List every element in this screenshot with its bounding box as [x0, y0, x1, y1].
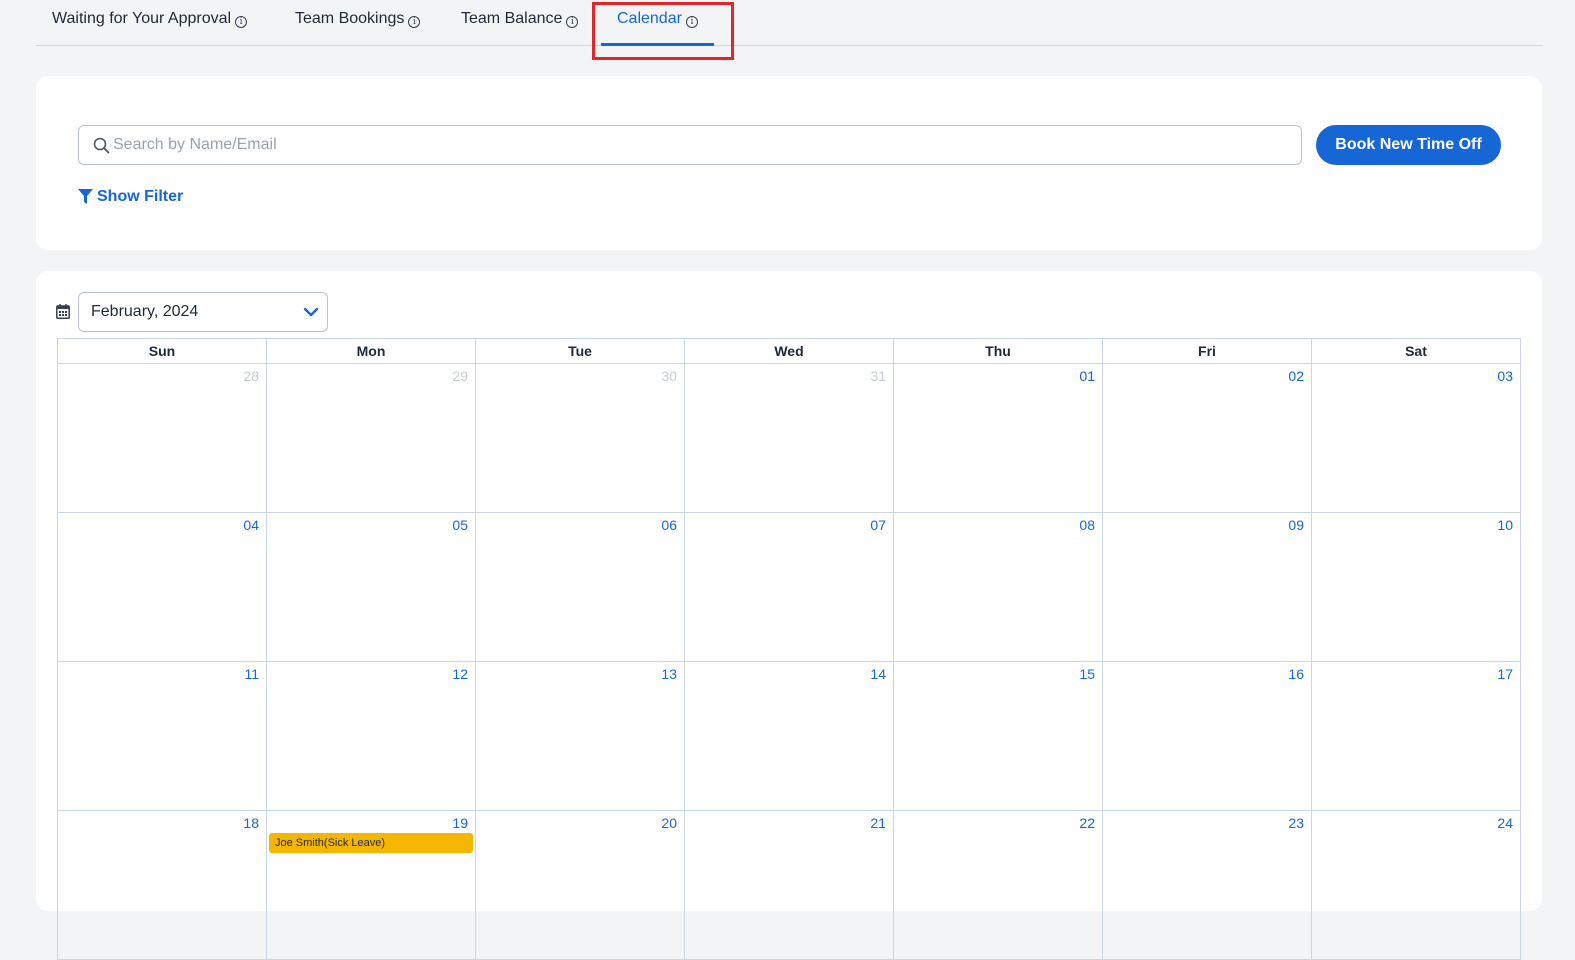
- calendar-day-cell[interactable]: 24: [1312, 811, 1521, 960]
- day-number[interactable]: 24: [1497, 815, 1513, 831]
- chevron-down-icon: [303, 307, 319, 317]
- day-number[interactable]: 20: [661, 815, 677, 831]
- day-number[interactable]: 12: [452, 666, 468, 682]
- calendar-grid: Sun Mon Tue Wed Thu Fri Sat 28 29 30 31 01 02 03 04 05 0…: [57, 338, 1521, 960]
- day-number[interactable]: 11: [244, 666, 259, 682]
- calendar-week-row: 28 29 30 31 01 02 03: [58, 364, 1521, 513]
- info-icon[interactable]: i: [408, 16, 421, 28]
- calendar-week-row: 04 05 06 07 08 09 10: [58, 513, 1521, 662]
- tab-bar: Waiting for Your Approval i Team Booking…: [36, 0, 1542, 46]
- calendar-day-cell[interactable]: 18: [58, 811, 267, 960]
- calendar-day-cell[interactable]: 06: [476, 513, 685, 662]
- weekday-header: Sat: [1312, 339, 1521, 364]
- tab-label: Team Bookings: [295, 10, 405, 27]
- highlight-box: [592, 2, 734, 60]
- calendar-day-cell[interactable]: 16: [1103, 662, 1312, 811]
- filter-icon: [78, 189, 93, 204]
- book-new-time-off-button[interactable]: Book New Time Off: [1316, 125, 1501, 165]
- tab-label: Team Balance: [461, 10, 563, 27]
- day-number[interactable]: 07: [870, 517, 886, 533]
- calendar-week-row: 18 19 Joe Smith(Sick Leave) 20 21 22 23 24: [58, 811, 1521, 960]
- calendar-day-cell[interactable]: 21: [685, 811, 894, 960]
- calendar-day-cell[interactable]: 07: [685, 513, 894, 662]
- calendar-day-cell[interactable]: 23: [1103, 811, 1312, 960]
- search-field[interactable]: [78, 125, 1302, 165]
- calendar-week-row: 11 12 13 14 15 16 17: [58, 662, 1521, 811]
- calendar-day-cell[interactable]: 02: [1103, 364, 1312, 513]
- tab-team-balance[interactable]: Team Balance i: [461, 10, 579, 46]
- calendar-day-cell[interactable]: 30: [476, 364, 685, 513]
- search-icon: [93, 137, 110, 154]
- day-number[interactable]: 13: [661, 666, 677, 682]
- info-icon[interactable]: i: [566, 16, 579, 28]
- weekday-header: Thu: [894, 339, 1103, 364]
- day-number[interactable]: 05: [452, 517, 468, 533]
- calendar-day-cell[interactable]: 19 Joe Smith(Sick Leave): [267, 811, 476, 960]
- weekday-header: Fri: [1103, 339, 1312, 364]
- day-number[interactable]: 15: [1079, 666, 1095, 682]
- day-number[interactable]: 19: [452, 815, 468, 831]
- day-number[interactable]: 01: [1079, 368, 1095, 384]
- tab-waiting-for-approval[interactable]: Waiting for Your Approval i: [52, 10, 248, 46]
- weekday-header: Tue: [476, 339, 685, 364]
- day-number[interactable]: 10: [1497, 517, 1513, 533]
- calendar-panel: February, 2024 Sun Mon Tue Wed Thu Fri Sat 28 29…: [36, 271, 1542, 960]
- calendar-event[interactable]: Joe Smith(Sick Leave): [269, 833, 473, 853]
- month-select-value: February, 2024: [91, 303, 199, 320]
- day-number[interactable]: 02: [1288, 368, 1304, 384]
- search-input[interactable]: [113, 126, 1293, 164]
- day-number[interactable]: 30: [661, 368, 677, 384]
- calendar-day-cell[interactable]: 13: [476, 662, 685, 811]
- info-icon[interactable]: i: [235, 16, 248, 28]
- weekday-header: Mon: [267, 339, 476, 364]
- calendar-day-cell[interactable]: 09: [1103, 513, 1312, 662]
- calendar-day-cell[interactable]: 11: [58, 662, 267, 811]
- calendar-day-cell[interactable]: 17: [1312, 662, 1521, 811]
- tab-team-bookings[interactable]: Team Bookings i: [295, 10, 421, 46]
- day-number[interactable]: 21: [870, 815, 886, 831]
- calendar-day-cell[interactable]: 22: [894, 811, 1103, 960]
- calendar-day-cell[interactable]: 05: [267, 513, 476, 662]
- day-number[interactable]: 22: [1079, 815, 1095, 831]
- show-filter-label: Show Filter: [97, 188, 184, 205]
- day-number[interactable]: 03: [1497, 368, 1513, 384]
- calendar-day-cell[interactable]: 31: [685, 364, 894, 513]
- calendar-icon: [56, 304, 70, 319]
- day-number[interactable]: 06: [661, 517, 677, 533]
- weekday-header: Sun: [58, 339, 267, 364]
- calendar-day-cell[interactable]: 08: [894, 513, 1103, 662]
- day-number[interactable]: 14: [870, 666, 886, 682]
- day-number[interactable]: 09: [1288, 517, 1304, 533]
- day-number[interactable]: 29: [452, 368, 468, 384]
- search-panel: Book New Time Off Show Filter: [36, 76, 1542, 250]
- calendar-day-cell[interactable]: 01: [894, 364, 1103, 513]
- day-number[interactable]: 18: [243, 815, 259, 831]
- weekday-header: Wed: [685, 339, 894, 364]
- calendar-day-cell[interactable]: 20: [476, 811, 685, 960]
- day-number[interactable]: 31: [870, 368, 886, 384]
- day-number[interactable]: 16: [1288, 666, 1304, 682]
- calendar-day-cell[interactable]: 29: [267, 364, 476, 513]
- day-number[interactable]: 28: [243, 368, 259, 384]
- weekday-header-row: Sun Mon Tue Wed Thu Fri Sat: [58, 339, 1521, 364]
- day-number[interactable]: 08: [1079, 517, 1095, 533]
- calendar-day-cell[interactable]: 14: [685, 662, 894, 811]
- tab-label: Waiting for Your Approval: [52, 10, 232, 27]
- calendar-day-cell[interactable]: 03: [1312, 364, 1521, 513]
- calendar-day-cell[interactable]: 12: [267, 662, 476, 811]
- show-filter-button[interactable]: Show Filter: [78, 188, 183, 206]
- calendar-day-cell[interactable]: 10: [1312, 513, 1521, 662]
- calendar-day-cell[interactable]: 15: [894, 662, 1103, 811]
- day-number[interactable]: 17: [1497, 666, 1513, 682]
- calendar-day-cell[interactable]: 04: [58, 513, 267, 662]
- day-number[interactable]: 04: [243, 517, 259, 533]
- day-number[interactable]: 23: [1288, 815, 1304, 831]
- month-select[interactable]: February, 2024: [78, 292, 328, 332]
- calendar-day-cell[interactable]: 28: [58, 364, 267, 513]
